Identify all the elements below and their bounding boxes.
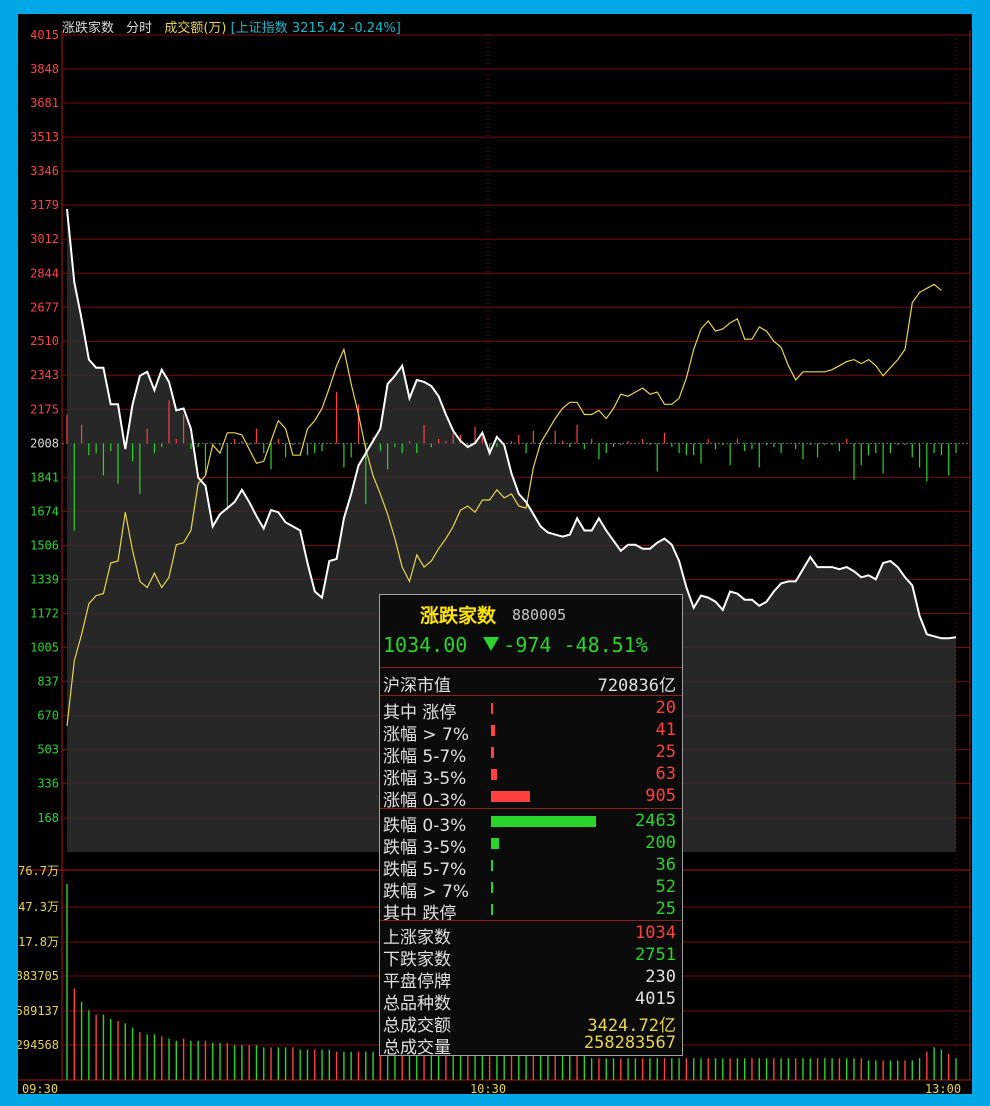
up-row: 涨幅 0-3% 905	[380, 786, 682, 811]
down-share-bar	[491, 860, 493, 871]
up-share-bar	[491, 725, 495, 736]
y-tick-label: 1005	[30, 640, 59, 654]
y-tick-label: 2677	[30, 300, 59, 314]
y-tick-label: 4015	[30, 28, 59, 42]
down-row: 跌幅 0-3% 2463	[380, 811, 682, 836]
volume-tick-label: 294568	[18, 1038, 59, 1052]
up-share-bar	[491, 769, 497, 780]
y-tick-label: 1172	[30, 607, 59, 621]
info-panel: 涨跌家数 880005 1034.00 -974 -48.51% 沪深市值 720…	[379, 594, 683, 1058]
panel-pct: -48.51%	[563, 633, 648, 657]
down-share-bar	[491, 838, 499, 849]
down-value: 200	[645, 833, 676, 853]
up-share-bar	[491, 703, 493, 714]
summary-label: 总成交量	[383, 1038, 451, 1058]
y-tick-label: 2175	[30, 402, 59, 416]
up-row: 涨幅 5-7% 25	[380, 742, 682, 767]
index-label: [上证指数 3215.42 -0.24%]	[230, 21, 401, 36]
y-tick-label: 2343	[30, 368, 59, 382]
up-share-bar	[491, 747, 494, 758]
market-cap-value: 720836亿	[597, 676, 676, 696]
period-label[interactable]: 分时	[126, 21, 152, 36]
panel-change: -974	[503, 633, 552, 657]
y-tick-label: 837	[37, 675, 59, 689]
summary-row: 上涨家数 1034	[380, 923, 682, 948]
market-cap-label: 沪深市值	[383, 676, 451, 696]
panel-price: 1034.00	[383, 633, 468, 657]
panel-divider	[380, 695, 682, 696]
up-row: 涨幅 > 7% 41	[380, 720, 682, 745]
summary-row: 平盘停牌 230	[380, 967, 682, 992]
y-tick-label: 1339	[30, 573, 59, 587]
down-arrow-icon	[483, 637, 500, 651]
y-tick-label: 3848	[30, 62, 59, 76]
up-value: 41	[655, 720, 676, 740]
y-tick-label: 336	[37, 777, 59, 791]
panel-divider	[380, 808, 682, 809]
y-tick-label: 2844	[30, 266, 59, 280]
summary-value: 1034	[635, 923, 676, 943]
market-cap-row: 沪深市值 720836亿	[380, 671, 682, 696]
y-tick-label: 1674	[30, 504, 59, 518]
down-value: 36	[655, 855, 676, 875]
volume-tick-label: 47.3万	[18, 900, 59, 914]
amount-label: 成交额(万)	[164, 21, 227, 36]
down-share-bar	[491, 904, 493, 915]
panel-title: 涨跌家数	[420, 605, 497, 627]
panel-divider	[380, 920, 682, 921]
volume-tick-label: 17.8万	[18, 935, 59, 949]
panel-quote: 1034.00 -974 -48.51%	[383, 633, 677, 657]
y-tick-label: 2008	[30, 436, 59, 450]
volume-tick-label: 883705	[18, 969, 59, 983]
y-tick-label: 1506	[30, 539, 59, 553]
summary-row: 总成交额 3424.72亿	[380, 1011, 682, 1036]
x-tick-label: 09:30	[22, 1082, 58, 1094]
up-value: 20	[655, 698, 676, 718]
y-tick-label: 3012	[30, 232, 59, 246]
down-row: 跌幅 3-5% 200	[380, 833, 682, 858]
panel-divider	[380, 667, 682, 668]
up-value: 905	[645, 786, 676, 806]
volume-tick-label: 589137	[18, 1004, 59, 1018]
chart-frame: 4015 3848 3681 3513 3346 3179 3012 2844 2677 2510…	[18, 14, 972, 1094]
down-row: 跌幅 5-7% 36	[380, 855, 682, 880]
x-tick-label: 10:30	[470, 1082, 506, 1094]
up-row: 涨幅 3-5% 63	[380, 764, 682, 789]
down-share-bar	[491, 882, 493, 893]
y-tick-label: 3346	[30, 164, 59, 178]
summary-row: 总品种数 4015	[380, 989, 682, 1014]
up-value: 25	[655, 742, 676, 762]
x-tick-label: 13:00	[925, 1082, 961, 1094]
down-value: 25	[655, 899, 676, 919]
summary-row: 下跌家数 2751	[380, 945, 682, 970]
down-value: 2463	[635, 811, 676, 831]
chart-title: 涨跌家数	[62, 21, 115, 36]
y-tick-label: 503	[37, 743, 59, 757]
panel-code: 880005	[512, 606, 567, 624]
down-share-bar	[491, 816, 596, 827]
summary-value: 230	[645, 967, 676, 987]
chart-header: 涨跌家数 分时 成交额(万) [上证指数 3215.42 -0.24%]	[62, 17, 409, 36]
y-tick-label: 670	[37, 709, 59, 723]
y-tick-label: 1841	[30, 470, 59, 484]
down-row: 跌幅 > 7% 52	[380, 877, 682, 902]
summary-row: 总成交量 258283567	[380, 1033, 682, 1058]
down-row: 其中 跌停 25	[380, 899, 682, 924]
y-tick-label: 168	[37, 811, 59, 825]
y-tick-label: 3681	[30, 96, 59, 110]
up-share-bar	[491, 791, 530, 802]
volume-tick-label: 76.7万	[18, 864, 59, 878]
summary-value: 2751	[635, 945, 676, 965]
up-value: 63	[655, 764, 676, 784]
up-row: 其中 涨停 20	[380, 698, 682, 723]
summary-value: 4015	[635, 989, 676, 1009]
y-tick-label: 2510	[30, 334, 59, 348]
summary-value: 258283567	[583, 1033, 676, 1053]
y-tick-label: 3179	[30, 198, 59, 212]
down-value: 52	[655, 877, 676, 897]
y-tick-label: 3513	[30, 130, 59, 144]
